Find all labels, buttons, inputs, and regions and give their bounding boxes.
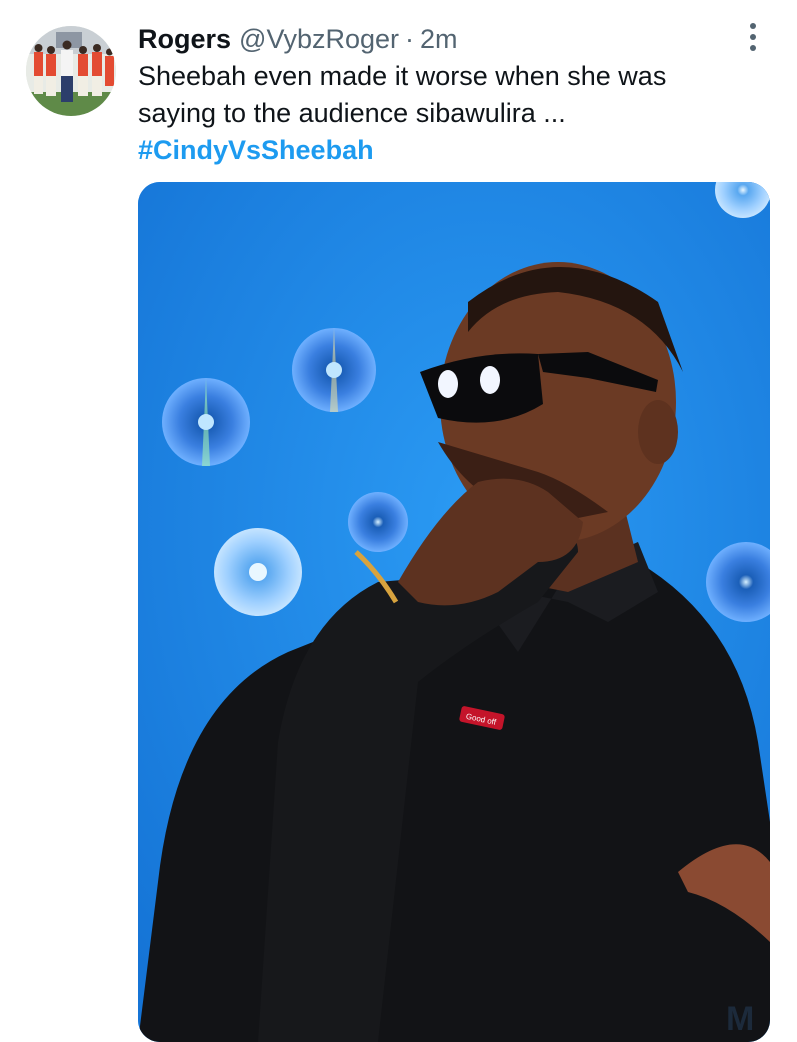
cd-disc — [214, 528, 302, 616]
photo-illustration: Good off M — [138, 182, 770, 1042]
avatar-photo — [26, 26, 116, 116]
tweet-timestamp[interactable]: 2m — [420, 24, 458, 55]
more-vertical-icon[interactable] — [738, 20, 768, 54]
tweet-header: Rogers @VybzRoger · 2m — [138, 20, 458, 58]
hashtag-link[interactable]: #CindyVsSheebah — [138, 132, 758, 169]
author-name[interactable]: Rogers — [138, 24, 231, 55]
cd-disc — [162, 378, 250, 466]
tweet-text-line: saying to the audience sibawulira ... — [138, 98, 566, 128]
tweet-card[interactable]: Rogers @VybzRoger · 2m Sheebah even made… — [0, 0, 797, 1042]
tweet-text-line: Sheebah even made it worse when she was — [138, 61, 667, 91]
tweet-photo[interactable]: Good off M — [138, 182, 770, 1042]
author-handle[interactable]: @VybzRoger — [239, 24, 399, 55]
cd-disc — [292, 328, 376, 412]
more-dot — [750, 23, 756, 29]
avatar[interactable] — [26, 26, 116, 116]
more-dot — [750, 34, 756, 40]
header-separator: · — [405, 23, 415, 54]
tweet-text: Sheebah even made it worse when she was … — [138, 58, 758, 169]
photo-watermark: M — [726, 1000, 754, 1038]
cd-disc — [348, 492, 408, 552]
more-dot — [750, 45, 756, 51]
